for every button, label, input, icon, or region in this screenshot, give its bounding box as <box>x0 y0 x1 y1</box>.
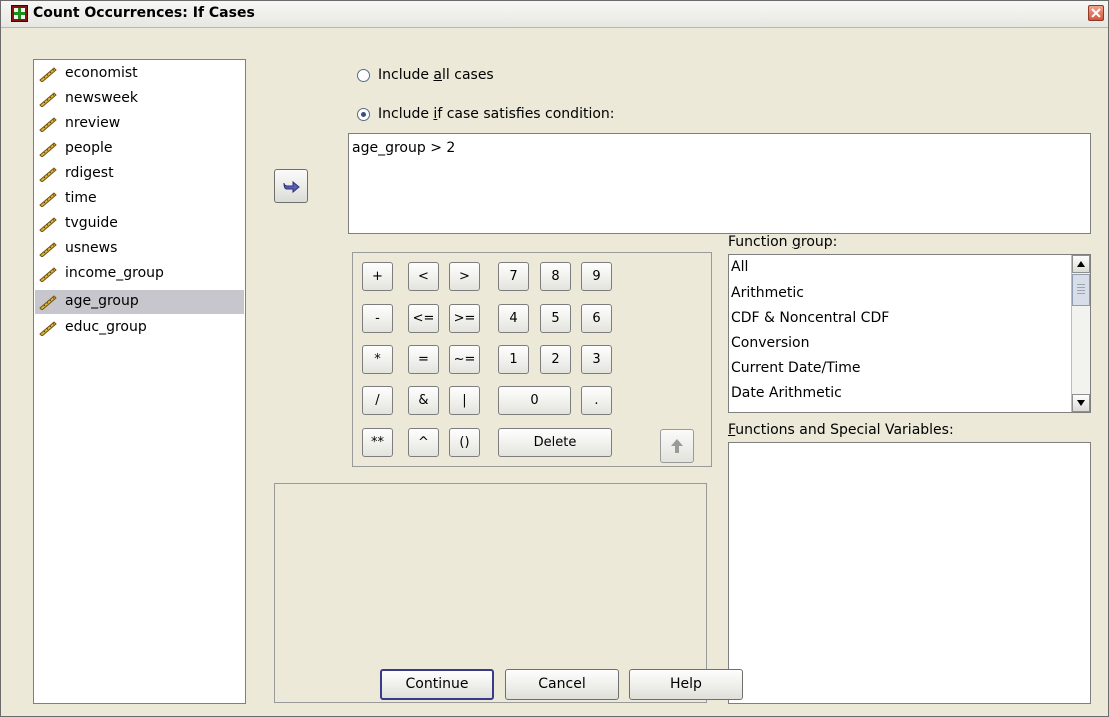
variable-item[interactable]: income_group <box>35 262 244 286</box>
scale-variable-icon <box>39 192 57 207</box>
key-7[interactable]: 7 <box>498 262 529 291</box>
key-9[interactable]: 9 <box>581 262 612 291</box>
key-4[interactable]: 4 <box>498 304 529 333</box>
functions-special-variables-label: Functions and Special Variables: <box>728 422 954 438</box>
include-if-condition-label[interactable]: Include if case satisfies condition: <box>378 106 615 122</box>
numeric-expression-textarea[interactable]: age_group > 2 <box>348 133 1091 234</box>
triangle-up-icon <box>1077 261 1085 267</box>
key-1[interactable]: 1 <box>498 345 529 374</box>
scroll-up-button[interactable] <box>1072 255 1090 273</box>
triangle-down-icon <box>1077 400 1085 406</box>
include-all-cases-radio[interactable] <box>357 69 370 82</box>
scale-variable-icon <box>39 67 57 82</box>
arrow-up-icon <box>671 439 683 453</box>
variable-item[interactable]: economist <box>35 62 244 86</box>
key-power[interactable]: ** <box>362 428 393 457</box>
variable-label: usnews <box>65 240 118 256</box>
scale-variable-icon <box>39 92 57 107</box>
function-group-list[interactable]: All Arithmetic CDF & Noncentral CDF Conv… <box>728 254 1091 413</box>
variable-label: rdigest <box>65 165 114 181</box>
title-bar[interactable]: Count Occurrences: If Cases <box>1 1 1108 28</box>
variable-label: people <box>65 140 113 156</box>
scale-variable-icon <box>39 217 57 232</box>
scroll-thumb[interactable] <box>1072 274 1090 306</box>
variable-item[interactable]: tvguide <box>35 212 244 236</box>
variable-label: economist <box>65 65 138 81</box>
variable-item[interactable]: time <box>35 187 244 211</box>
scroll-down-button[interactable] <box>1072 394 1090 412</box>
key-and[interactable]: & <box>408 386 439 415</box>
function-group-item[interactable]: Conversion <box>731 335 810 351</box>
scale-variable-icon <box>39 167 57 182</box>
key-multiply[interactable]: * <box>362 345 393 374</box>
vertical-scrollbar[interactable] <box>1071 255 1090 412</box>
function-group-item[interactable]: All <box>731 259 748 275</box>
include-if-condition-radio[interactable] <box>357 108 370 121</box>
key-equals[interactable]: = <box>408 345 439 374</box>
key-8[interactable]: 8 <box>540 262 571 291</box>
variable-label: time <box>65 190 97 206</box>
key-greater-equal[interactable]: >= <box>449 304 480 333</box>
variable-label: age_group <box>65 293 139 309</box>
scale-variable-icon <box>39 142 57 157</box>
scale-variable-icon <box>39 321 57 336</box>
key-less-than[interactable]: < <box>408 262 439 291</box>
count-occurrences-dialog: Count Occurrences: If Cases economist ne… <box>0 0 1109 717</box>
variable-item[interactable]: rdigest <box>35 162 244 186</box>
variable-label: newsweek <box>65 90 139 106</box>
key-divide[interactable]: / <box>362 386 393 415</box>
key-parentheses[interactable]: () <box>449 428 480 457</box>
move-variable-button[interactable] <box>274 169 308 203</box>
arrow-right-icon <box>283 180 300 194</box>
functions-special-variables-list[interactable] <box>728 442 1091 704</box>
include-all-cases-label[interactable]: Include all cases <box>378 67 494 83</box>
key-or[interactable]: | <box>449 386 480 415</box>
variable-item[interactable]: people <box>35 137 244 161</box>
insert-function-button[interactable] <box>660 429 694 463</box>
key-less-equal[interactable]: <= <box>408 304 439 333</box>
key-delete[interactable]: Delete <box>498 428 612 457</box>
key-2[interactable]: 2 <box>540 345 571 374</box>
grip-icon <box>1077 284 1085 296</box>
function-group-item[interactable]: CDF & Noncentral CDF <box>731 310 889 326</box>
variable-item[interactable]: educ_group <box>35 316 244 340</box>
key-not[interactable]: ^ <box>408 428 439 457</box>
variable-label: nreview <box>65 115 121 131</box>
variable-label: educ_group <box>65 319 147 335</box>
expression-text: age_group > 2 <box>352 140 456 156</box>
variable-item[interactable]: nreview <box>35 112 244 136</box>
variable-item[interactable]: newsweek <box>35 87 244 111</box>
window-title: Count Occurrences: If Cases <box>33 5 255 21</box>
function-group-item[interactable]: Current Date/Time <box>731 360 860 376</box>
key-3[interactable]: 3 <box>581 345 612 374</box>
key-5[interactable]: 5 <box>540 304 571 333</box>
variable-item[interactable]: usnews <box>35 237 244 261</box>
key-minus[interactable]: - <box>362 304 393 333</box>
scale-variable-icon <box>39 117 57 132</box>
continue-button[interactable]: Continue <box>380 669 494 700</box>
key-6[interactable]: 6 <box>581 304 612 333</box>
key-not-equal[interactable]: ~= <box>449 345 480 374</box>
key-plus[interactable]: + <box>362 262 393 291</box>
variable-list[interactable]: economist newsweek nreview people rdiges… <box>33 59 246 704</box>
variable-item-selected[interactable]: age_group <box>35 290 244 314</box>
variable-label: income_group <box>65 265 164 281</box>
function-group-item[interactable]: Date Arithmetic <box>731 385 842 401</box>
key-0[interactable]: 0 <box>498 386 571 415</box>
scale-variable-icon <box>39 295 57 310</box>
key-decimal[interactable]: . <box>581 386 612 415</box>
scale-variable-icon <box>39 267 57 282</box>
function-group-label: Function group: <box>728 234 838 250</box>
close-icon <box>1091 8 1101 18</box>
key-greater-than[interactable]: > <box>449 262 480 291</box>
help-button[interactable]: Help <box>629 669 743 700</box>
calculator-keypad: + < > 7 8 9 - <= >= 4 5 6 * = ~= 1 2 3 /… <box>352 252 712 467</box>
variable-label: tvguide <box>65 215 118 231</box>
spss-app-icon <box>11 5 28 22</box>
cancel-button[interactable]: Cancel <box>505 669 619 700</box>
function-group-item[interactable]: Arithmetic <box>731 285 804 301</box>
scale-variable-icon <box>39 242 57 257</box>
close-button[interactable] <box>1088 5 1104 21</box>
